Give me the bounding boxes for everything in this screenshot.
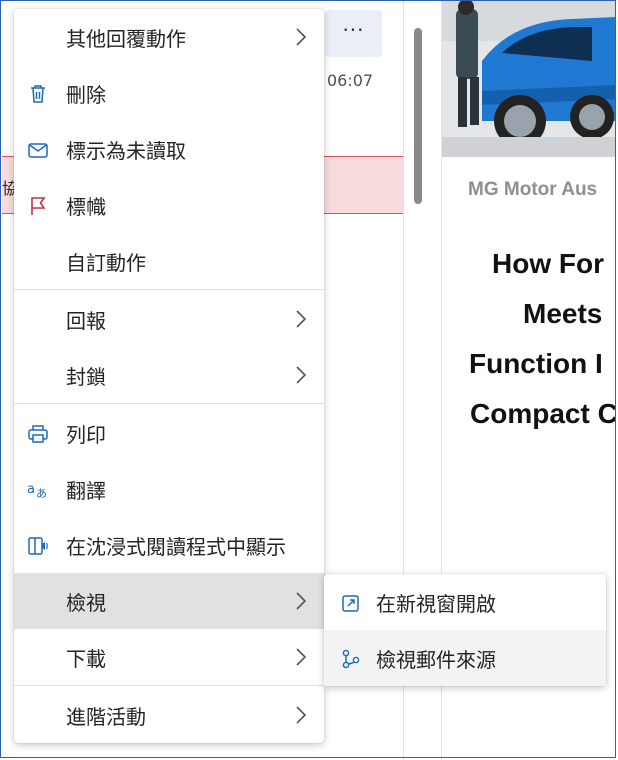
chevron-right-icon <box>296 706 307 724</box>
more-actions-button[interactable]: ··· <box>325 10 382 57</box>
trash-icon <box>26 83 50 105</box>
menu-item-advanced-actions[interactable]: 進階活動 <box>14 687 324 743</box>
chevron-right-icon <box>296 648 307 666</box>
view-submenu: 在新視窗開啟 檢視郵件來源 <box>324 574 606 686</box>
menu-item-delete[interactable]: 刪除 <box>14 65 324 121</box>
menu-item-label: 標示為未讀取 <box>66 139 186 163</box>
immersive-reader-icon <box>26 535 50 557</box>
menu-item-block[interactable]: 封鎖 <box>14 347 324 403</box>
menu-item-label: 下載 <box>66 647 106 671</box>
menu-separator <box>14 685 324 686</box>
menu-item-label: 其他回覆動作 <box>66 27 186 51</box>
chevron-right-icon <box>296 366 307 384</box>
headline-line: Function I <box>469 348 603 379</box>
menu-item-label: 標幟 <box>66 195 106 219</box>
menu-item-label: 刪除 <box>66 83 106 107</box>
menu-item-label: 翻譯 <box>66 479 106 503</box>
chevron-right-icon <box>296 310 307 328</box>
sender-name: MG Motor Aus <box>468 179 598 200</box>
submenu-item-open-new-window[interactable]: 在新視窗開啟 <box>324 574 606 630</box>
email-headline: How For Meets Function I Compact C <box>468 239 616 439</box>
menu-item-translate[interactable]: aあ 翻譯 <box>14 461 324 517</box>
chevron-right-icon <box>296 592 307 610</box>
context-menu: 其他回覆動作 刪除 標示為未讀取 標幟 自訂動作 回報 封鎖 列印 a あ 翻譯… <box>14 9 324 743</box>
menu-item-label: 封鎖 <box>66 365 106 389</box>
menu-item-label: 進階活動 <box>66 705 146 729</box>
envelope-icon <box>26 139 50 161</box>
printer-icon <box>26 423 50 445</box>
headline-line: Meets <box>523 298 603 329</box>
message-time: 06:07 <box>327 71 374 90</box>
chevron-right-icon <box>296 28 307 46</box>
menu-separator <box>14 403 324 404</box>
svg-text:a: a <box>27 482 35 497</box>
submenu-item-label: 在新視窗開啟 <box>376 592 496 616</box>
car-image <box>442 1 616 157</box>
menu-item-flag[interactable]: 標幟 <box>14 177 324 233</box>
flag-icon <box>26 195 50 217</box>
menu-item-label: 回報 <box>66 309 106 333</box>
menu-item-other-reply-actions[interactable]: 其他回覆動作 <box>14 9 324 65</box>
menu-item-download[interactable]: 下載 <box>14 629 324 685</box>
menu-item-custom-action[interactable]: 自訂動作 <box>14 233 324 289</box>
svg-text:あ: あ <box>36 487 47 500</box>
headline-line: Compact C <box>470 398 616 429</box>
menu-item-label: 自訂動作 <box>66 251 146 275</box>
more-icon: ··· <box>342 17 365 42</box>
menu-item-immersive-reader[interactable]: 在沈浸式閱讀程式中顯示 <box>14 517 324 573</box>
submenu-item-view-message-source[interactable]: 檢視郵件來源 <box>324 630 606 686</box>
menu-item-mark-unread[interactable]: 標示為未讀取 <box>14 121 324 177</box>
submenu-item-label: 檢視郵件來源 <box>376 648 496 672</box>
open-new-window-icon <box>340 592 362 614</box>
scrollbar-thumb[interactable] <box>414 28 422 204</box>
menu-item-label: 列印 <box>66 423 106 447</box>
menu-item-print[interactable]: 列印 <box>14 405 324 461</box>
menu-item-view[interactable]: 檢視 <box>14 573 324 629</box>
menu-item-label: 在沈浸式閱讀程式中顯示 <box>66 535 286 559</box>
translate-icon: aあ <box>26 479 50 501</box>
headline-line: How For <box>492 248 604 279</box>
menu-item-report[interactable]: 回報 <box>14 291 324 347</box>
menu-separator <box>14 289 324 290</box>
menu-item-label: 檢視 <box>66 591 106 615</box>
source-branch-icon <box>340 648 362 670</box>
